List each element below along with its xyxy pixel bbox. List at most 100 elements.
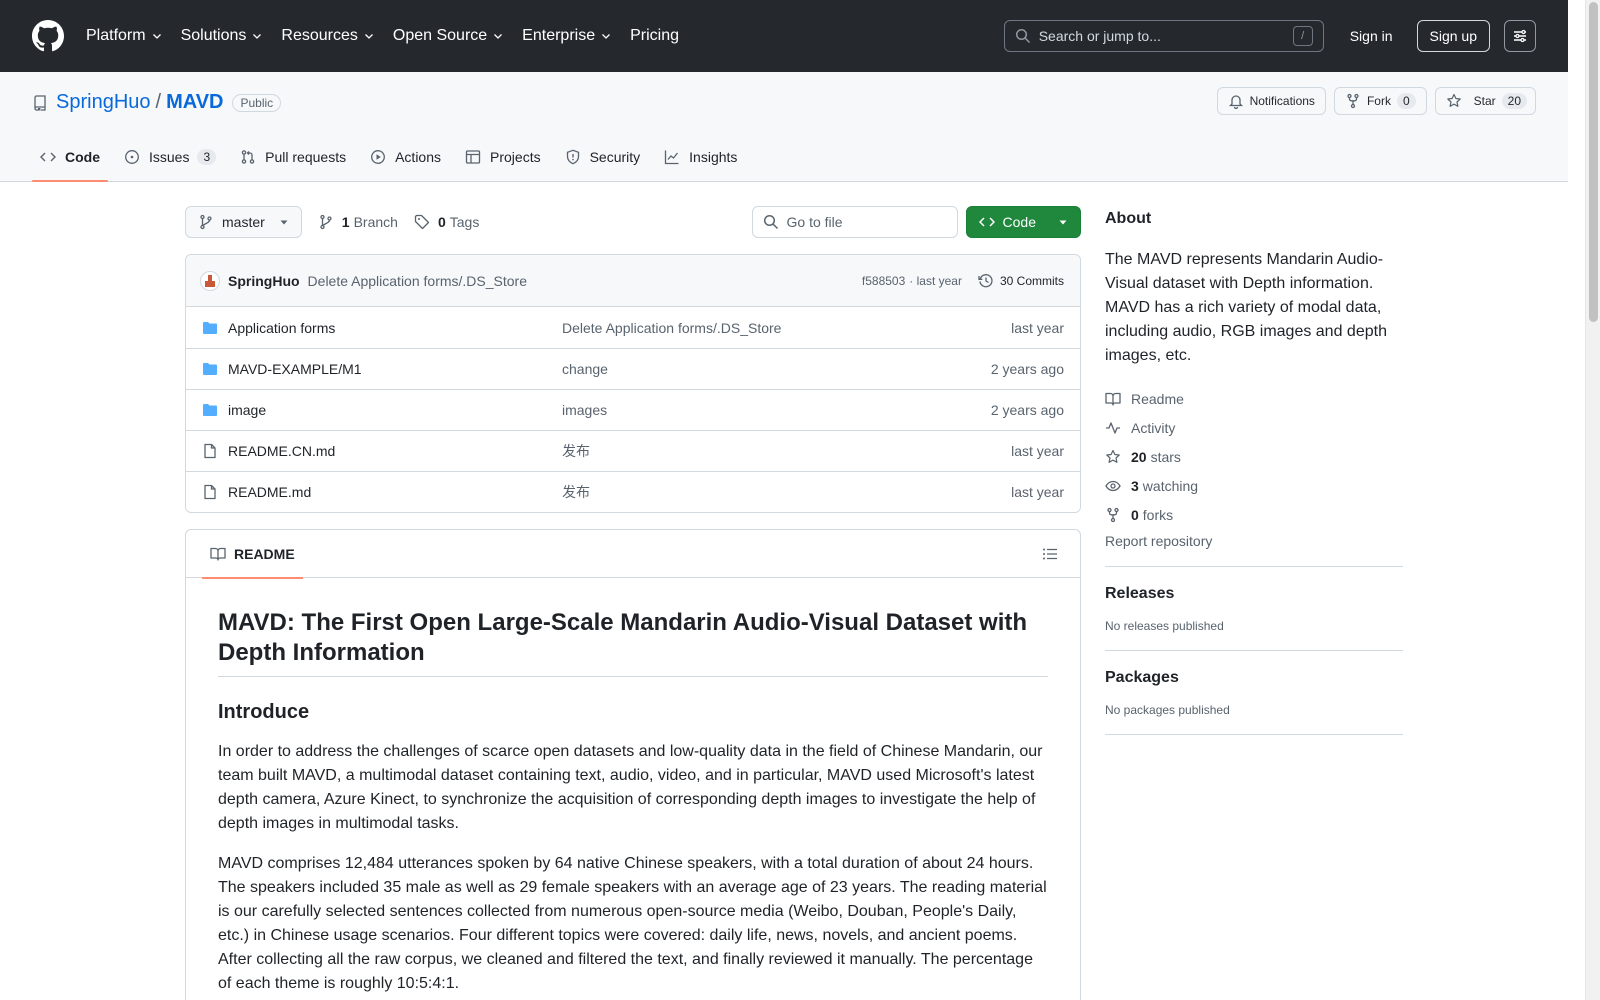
commits-history-link[interactable]: 30 Commits	[978, 273, 1064, 289]
file-commit-date: last year	[1011, 319, 1064, 336]
file-commit-message-link[interactable]: 发布	[562, 441, 1011, 461]
file-name-link[interactable]: README.CN.md	[228, 443, 562, 459]
readme-tab[interactable]: README	[202, 530, 303, 579]
table-row[interactable]: README.md 发布 last year	[186, 471, 1080, 512]
readme-paragraph: In order to address the challenges of sc…	[218, 743, 1043, 832]
about-sidebar: About The MAVD represents Mandarin Audio…	[1105, 206, 1403, 735]
tags-link[interactable]: 0 Tags	[414, 214, 479, 230]
nav-platform[interactable]: Platform	[86, 27, 163, 45]
table-row[interactable]: README.CN.md 发布 last year	[186, 430, 1080, 471]
branches-link[interactable]: 1 Branch	[318, 214, 398, 230]
nav-enterprise[interactable]: Enterprise	[522, 27, 612, 45]
table-row[interactable]: Application forms Delete Application form…	[186, 307, 1080, 348]
file-name-link[interactable]: MAVD-EXAMPLE/M1	[228, 361, 562, 377]
outline-button[interactable]	[1036, 540, 1064, 568]
commit-message-link[interactable]: Delete Application forms/.DS_Store	[308, 273, 527, 289]
settings-menu-button[interactable]	[1504, 20, 1536, 52]
stars-link[interactable]: 20 stars	[1105, 442, 1403, 471]
releases-section: Releases No releases published	[1105, 567, 1403, 651]
sign-up-button[interactable]: Sign up	[1416, 20, 1490, 52]
nav-solutions[interactable]: Solutions	[181, 27, 264, 45]
file-commit-message-link[interactable]: 发布	[562, 482, 1011, 502]
folder-icon	[203, 363, 217, 375]
file-commit-message-link[interactable]: images	[562, 402, 991, 418]
repo-separator: /	[155, 91, 162, 113]
git-pull-request-icon	[241, 150, 255, 164]
tab-security[interactable]: Security	[557, 133, 649, 181]
file-name-link[interactable]: Application forms	[228, 320, 562, 336]
releases-heading[interactable]: Releases	[1105, 585, 1403, 603]
page-scrollbar[interactable]	[1585, 0, 1600, 1000]
notifications-button[interactable]: Notifications	[1216, 87, 1326, 115]
tab-insights[interactable]: Insights	[656, 133, 745, 181]
repo-owner-link[interactable]: SpringHuo	[56, 91, 151, 114]
git-branch-icon	[200, 214, 212, 230]
folder-icon	[203, 404, 217, 416]
sign-in-link[interactable]: Sign in	[1342, 22, 1401, 50]
nav-label: Resources	[281, 27, 358, 44]
watchers-link[interactable]: 3 watching	[1105, 471, 1403, 500]
nav-open-source[interactable]: Open Source	[393, 27, 504, 45]
fork-button[interactable]: Fork 0	[1333, 87, 1427, 115]
file-commit-message-link[interactable]: change	[562, 361, 991, 377]
file-name-link[interactable]: README.md	[228, 484, 562, 500]
file-icon	[204, 484, 216, 500]
scrollbar-thumb[interactable]	[1589, 2, 1598, 322]
forks-link[interactable]: 0 forks	[1105, 500, 1403, 529]
commit-author-link[interactable]: SpringHuo	[228, 273, 300, 289]
issue-opened-icon	[125, 150, 139, 164]
eye-icon	[1105, 480, 1121, 491]
file-commit-date: last year	[1011, 484, 1064, 500]
nav-label: Solutions	[180, 27, 247, 44]
go-to-file-placeholder: Go to file	[786, 214, 843, 230]
packages-empty-text: No packages published	[1105, 703, 1230, 717]
tab-label: Pull requests	[265, 149, 347, 165]
nav-label: Open Source	[392, 27, 488, 44]
code-icon	[40, 152, 56, 162]
star-label: Star	[1473, 94, 1496, 108]
tab-label: Security	[589, 149, 641, 165]
git-branch-icon	[320, 214, 332, 230]
table-row[interactable]: image images 2 years ago	[186, 389, 1080, 430]
chevron-down-icon	[364, 34, 373, 39]
packages-heading[interactable]: Packages	[1105, 669, 1403, 687]
readme-tab-label: README	[234, 545, 295, 562]
file-navigation: master 1 Branch 0 Tags Go to file Code	[185, 206, 1081, 238]
graph-icon	[665, 150, 679, 165]
star-count: 20	[1501, 93, 1527, 109]
header-actions: Search or jump to... / Sign in Sign up	[1003, 20, 1536, 52]
nav-resources[interactable]: Resources	[281, 27, 374, 45]
chevron-down-icon	[152, 34, 161, 39]
tab-issues[interactable]: Issues 3	[116, 133, 224, 181]
commit-hash-link[interactable]: f588503	[862, 274, 905, 288]
tab-label: Code	[65, 149, 100, 165]
branch-selector-button[interactable]: master	[185, 206, 302, 238]
file-commit-message-link[interactable]: Delete Application forms/.DS_Store	[562, 320, 1011, 336]
commit-time: · last year	[909, 273, 962, 288]
pulse-icon	[1106, 421, 1120, 434]
avatar[interactable]	[200, 270, 220, 291]
github-logo-icon[interactable]	[32, 20, 64, 52]
repo-name-link[interactable]: MAVD	[166, 91, 223, 114]
star-button[interactable]: Star 20	[1434, 87, 1536, 115]
history-icon	[978, 273, 993, 287]
tab-projects[interactable]: Projects	[457, 133, 549, 181]
visibility-badge: Public	[232, 93, 282, 112]
table-row[interactable]: MAVD-EXAMPLE/M1 change 2 years ago	[186, 348, 1080, 389]
nav-pricing[interactable]: Pricing	[630, 27, 679, 45]
activity-link[interactable]: Activity	[1105, 413, 1403, 442]
go-to-file-input[interactable]: Go to file	[751, 206, 958, 238]
repo-actions: Notifications Fork 0 Star 20	[1209, 87, 1536, 115]
file-name-link[interactable]: image	[228, 402, 562, 418]
readme-link[interactable]: Readme	[1105, 384, 1403, 413]
readme-link-label: Readme	[1131, 390, 1184, 407]
tab-code[interactable]: Code	[32, 133, 108, 182]
chevron-down-icon	[494, 34, 503, 39]
tab-actions[interactable]: Actions	[362, 133, 449, 181]
readme-section-heading: Introduce	[218, 701, 310, 723]
search-input[interactable]: Search or jump to... /	[1003, 20, 1324, 52]
code-dropdown-button[interactable]: Code	[965, 206, 1081, 238]
tab-pull-requests[interactable]: Pull requests	[232, 133, 354, 181]
report-repository-link[interactable]: Report repository	[1105, 533, 1403, 567]
repo-icon	[34, 94, 46, 111]
